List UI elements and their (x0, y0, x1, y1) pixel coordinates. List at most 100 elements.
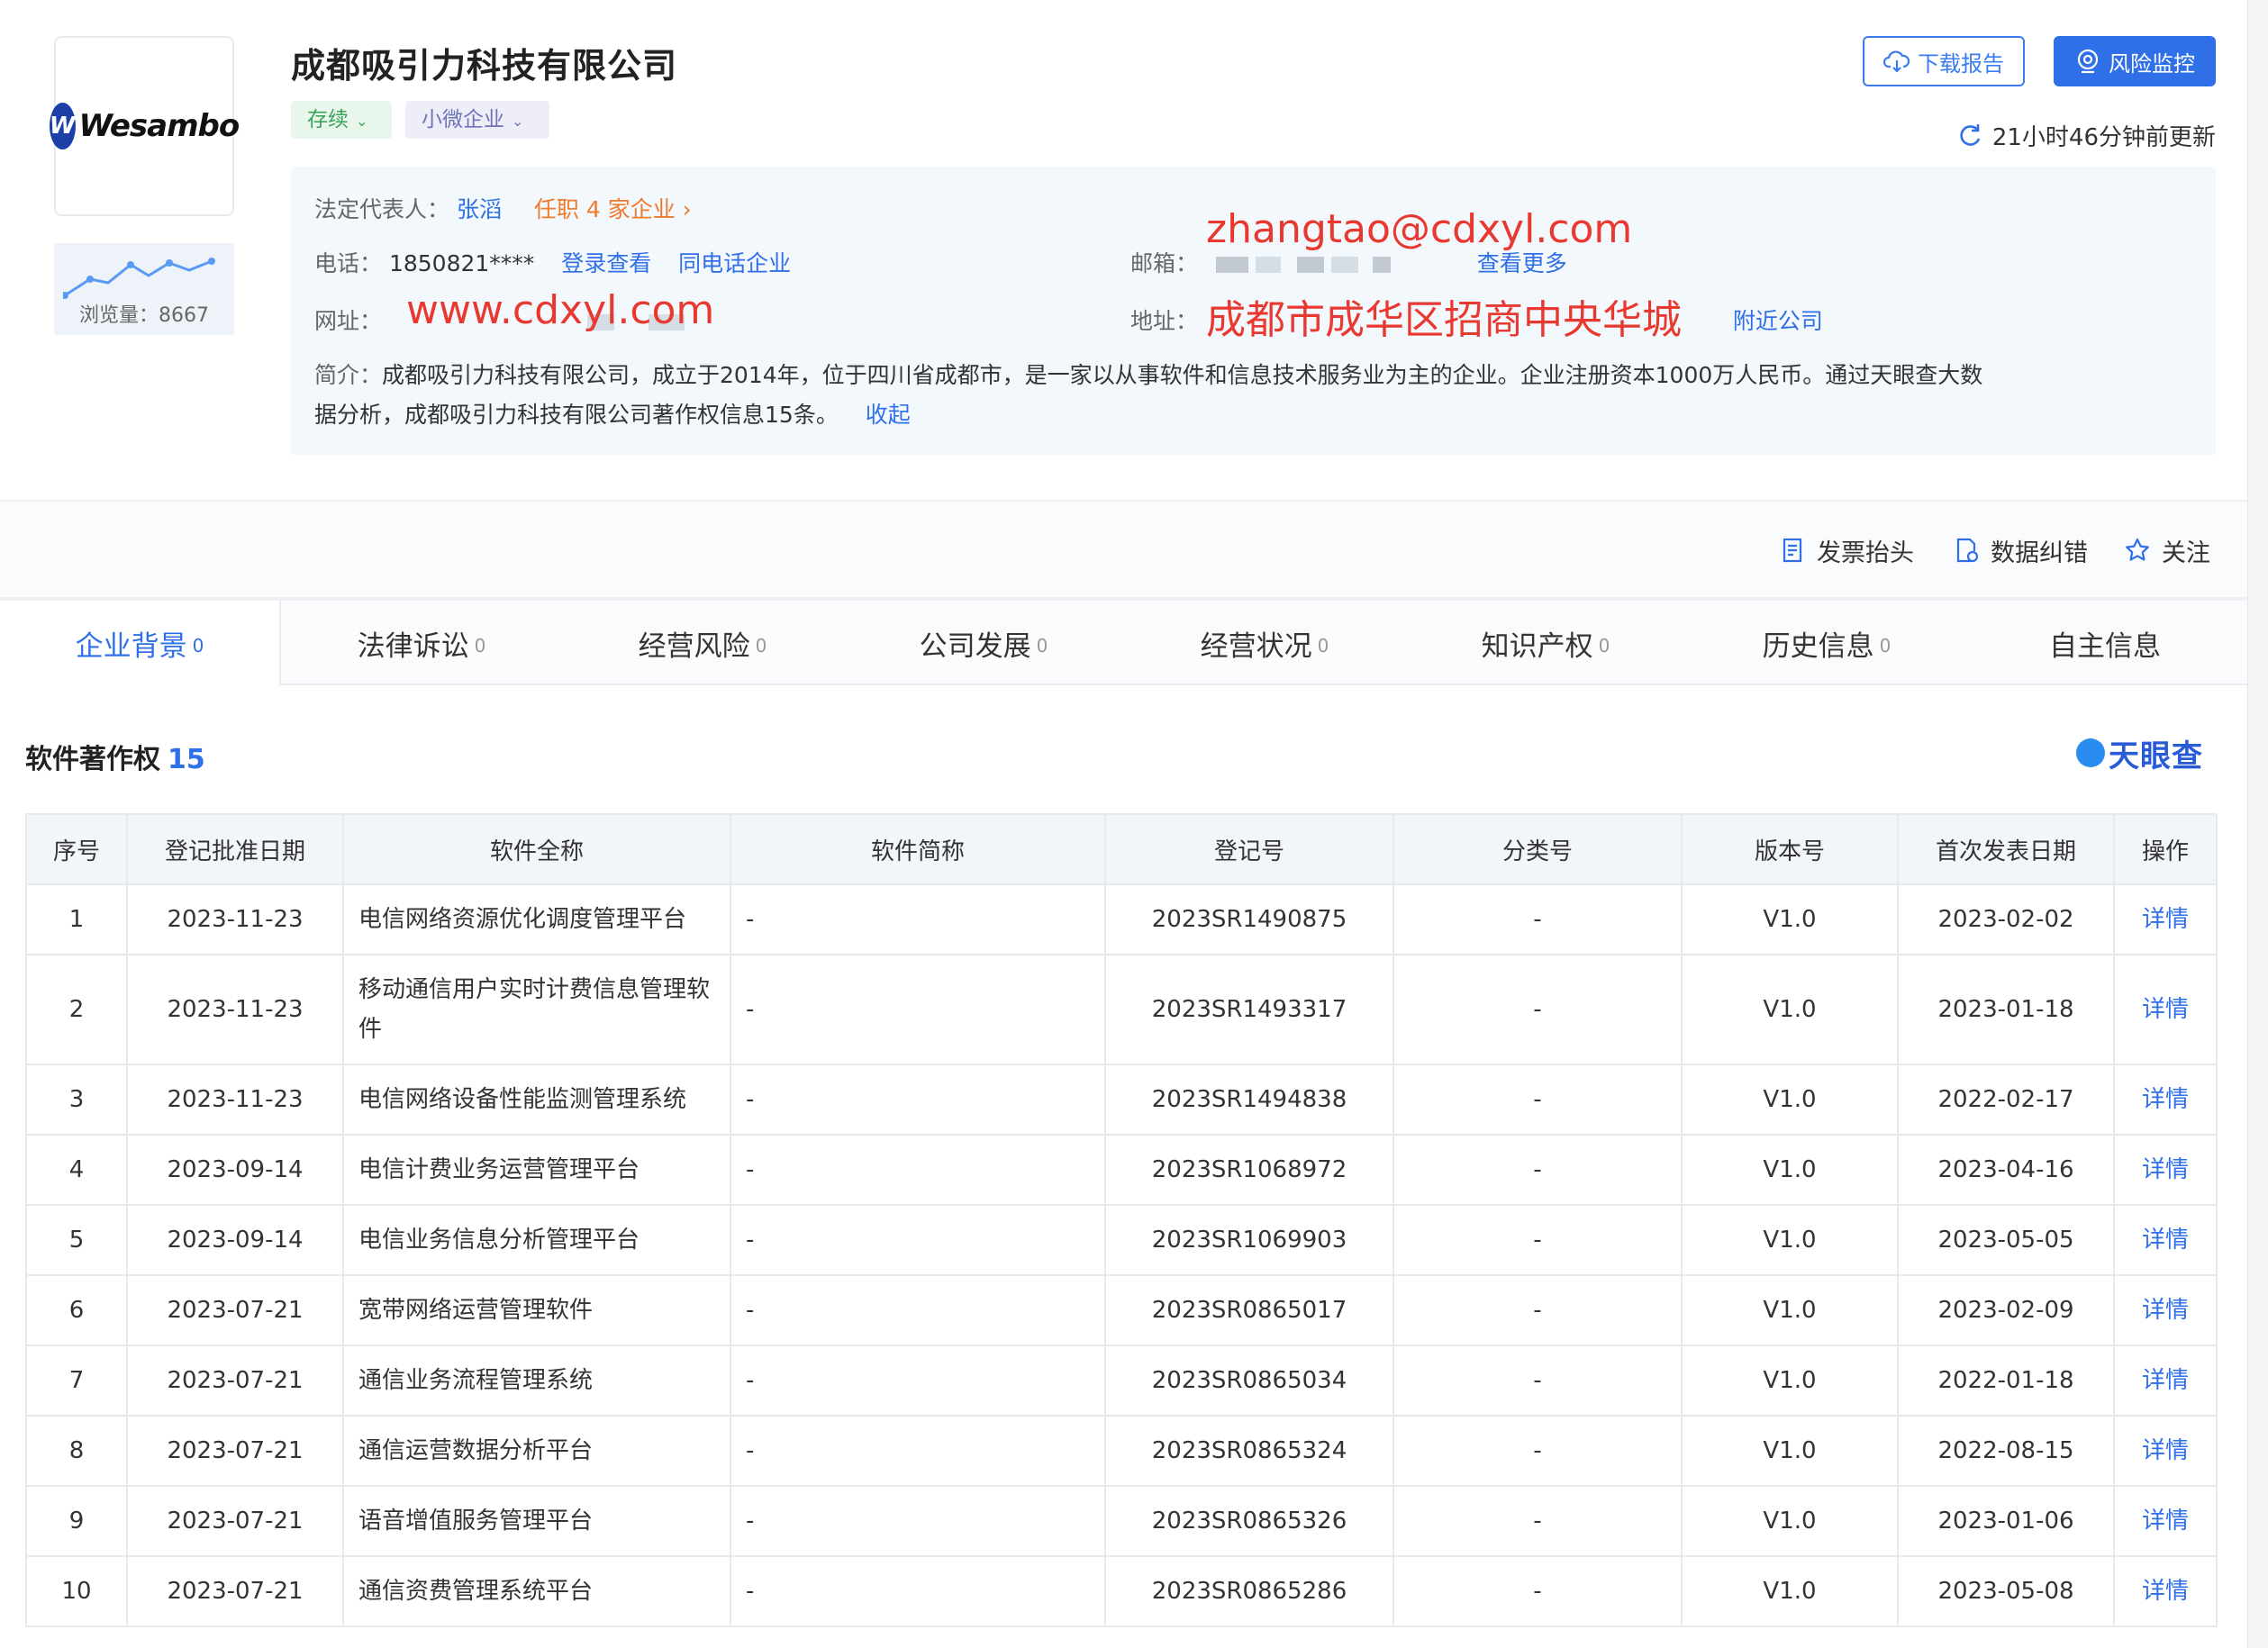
classification-number: - (1393, 1204, 1683, 1276)
detail-cell: 详情 (2113, 1345, 2218, 1417)
approval-date: 2023-09-14 (126, 1204, 344, 1276)
size-badge[interactable]: 小微企业 ⌄ (405, 101, 549, 139)
nearby-company-link[interactable]: 附近公司 (1733, 308, 1823, 334)
registration-number: 2023SR1490875 (1104, 883, 1394, 955)
follow-button[interactable]: 关注 (2124, 530, 2210, 570)
logo-wordmark: Wesambo (78, 108, 240, 144)
tab-business-risk[interactable]: 经营风险 0 (562, 601, 843, 685)
column-header: 分类号 (1393, 813, 1683, 885)
invoice-title-button[interactable]: 发票抬头 (1779, 530, 1914, 570)
table-row: 7 2023-07-21 通信业务流程管理系统 - 2023SR0865034 … (25, 1345, 2218, 1417)
risk-monitor-button[interactable]: 风险监控 (2054, 36, 2216, 86)
tab-label: 法律诉讼 (357, 629, 469, 663)
tab-company-development[interactable]: 公司发展 0 (843, 601, 1124, 685)
follow-label: 关注 (2162, 539, 2210, 567)
row-number: 10 (25, 1555, 128, 1627)
table-header-row: 序号 登记批准日期 软件全称 软件简称 登记号 分类号 版本号 首次发表日期 操… (25, 813, 2218, 885)
table-row: 10 2023-07-21 通信资费管理系统平台 - 2023SR0865286… (25, 1555, 2218, 1627)
monitor-camera-icon (2074, 48, 2101, 75)
intro-row-2: 据分析，成都吸引力科技有限公司著作权信息15条。 收起 (314, 397, 911, 430)
version-number: V1.0 (1681, 1485, 1899, 1557)
detail-link[interactable]: 详情 (2142, 1156, 2189, 1183)
classification-number: - (1393, 883, 1683, 955)
row-number: 2 (25, 954, 128, 1065)
legal-rep-positions-link[interactable]: 任职 4 家企业 › (534, 196, 692, 222)
row-number: 1 (25, 883, 128, 955)
detail-link[interactable]: 详情 (2142, 1437, 2189, 1464)
tab-intellectual-property[interactable]: 知识产权 0 (1405, 601, 1686, 685)
email-overlay-text: zhangtao@cdxyl.com (1206, 206, 1633, 252)
update-status: 21小时46分钟前更新 (1946, 117, 2216, 153)
approval-date: 2023-11-23 (126, 954, 344, 1065)
detail-link[interactable]: 详情 (2142, 1508, 2189, 1535)
same-phone-link[interactable]: 同电话企业 (678, 250, 791, 276)
risk-monitor-label: 风险监控 (2109, 50, 2195, 77)
legal-rep-row: 法定代表人： 张滔 任职 4 家企业 › (314, 192, 692, 224)
tab-self-info[interactable]: 自主信息 (1967, 601, 2248, 685)
approval-date: 2023-09-14 (126, 1134, 344, 1206)
legal-rep-name-link[interactable]: 张滔 (457, 196, 502, 222)
software-name: 电信网络资源优化调度管理平台 (342, 883, 731, 955)
intro-line-2: 据分析，成都吸引力科技有限公司著作权信息15条。 (314, 402, 839, 428)
page-scrollbar[interactable] (2247, 0, 2268, 1648)
chevron-down-icon: ⌄ (356, 113, 368, 130)
tab-count: 0 (1317, 635, 1329, 656)
table-row: 8 2023-07-21 通信运营数据分析平台 - 2023SR0865324 … (25, 1415, 2218, 1487)
redacted-block (1330, 257, 1358, 273)
column-header: 版本号 (1681, 813, 1899, 885)
classification-number: - (1393, 1485, 1683, 1557)
software-name: 宽带网络运营管理软件 (342, 1274, 731, 1346)
first-publish-date: 2023-05-05 (1897, 1204, 2115, 1276)
classification-number: - (1393, 1134, 1683, 1206)
software-short-name: - (730, 1345, 1106, 1417)
version-number: V1.0 (1681, 1134, 1899, 1206)
software-name: 通信资费管理系统平台 (342, 1555, 731, 1627)
status-badge-label: 存续 (307, 108, 349, 131)
column-header: 登记号 (1104, 813, 1394, 885)
tab-label: 历史信息 (1762, 629, 1874, 663)
data-correction-button[interactable]: 数据纠错 (1953, 530, 2088, 570)
website-overlay-text: www.cdxyl.com (406, 287, 715, 333)
software-name: 通信业务流程管理系统 (342, 1345, 731, 1417)
table-row: 5 2023-09-14 电信业务信息分析管理平台 - 2023SR106990… (25, 1204, 2218, 1276)
row-number: 6 (25, 1274, 128, 1346)
tab-enterprise-background[interactable]: 企业背景 0 (0, 601, 281, 685)
row-number: 8 (25, 1415, 128, 1487)
invoice-icon (1783, 538, 1802, 563)
detail-link[interactable]: 详情 (2142, 1086, 2189, 1113)
refresh-icon[interactable] (1956, 122, 1983, 149)
first-publish-date: 2022-02-17 (1897, 1064, 2115, 1136)
classification-number: - (1393, 1064, 1683, 1136)
detail-link[interactable]: 详情 (2142, 1297, 2189, 1324)
company-name: 成都吸引力科技有限公司 (291, 46, 678, 86)
tab-label: 自主信息 (2049, 629, 2161, 663)
detail-cell: 详情 (2113, 954, 2218, 1065)
status-badge[interactable]: 存续 ⌄ (291, 101, 392, 139)
column-header: 软件简称 (730, 813, 1106, 885)
detail-link[interactable]: 详情 (2142, 1578, 2189, 1605)
phone-login-link[interactable]: 登录查看 (561, 250, 651, 276)
views-count: 浏览量：8667 (79, 304, 209, 327)
phone-label: 电话： (314, 250, 383, 276)
intro-collapse-link[interactable]: 收起 (866, 402, 911, 428)
tab-history[interactable]: 历史信息 0 (1686, 601, 1967, 685)
download-report-button[interactable]: 下载报告 (1863, 36, 2025, 86)
detail-link[interactable]: 详情 (2142, 906, 2189, 933)
tab-count: 0 (192, 635, 204, 656)
row-number: 4 (25, 1134, 128, 1206)
email-more-link[interactable]: 查看更多 (1477, 250, 1567, 276)
tianyancha-logo-text: 天眼查 (2109, 738, 2203, 774)
detail-link[interactable]: 详情 (2142, 996, 2189, 1023)
legal-rep-label: 法定代表人： (314, 196, 450, 222)
tab-legal-litigation[interactable]: 法律诉讼 0 (281, 601, 562, 685)
views-trend-icon (63, 258, 215, 299)
tab-label: 知识产权 (1481, 629, 1593, 663)
classification-number: - (1393, 1345, 1683, 1417)
redacted-block (1296, 257, 1324, 273)
software-short-name: - (730, 1134, 1106, 1206)
first-publish-date: 2022-01-18 (1897, 1345, 2115, 1417)
software-short-name: - (730, 1555, 1106, 1627)
detail-link[interactable]: 详情 (2142, 1227, 2189, 1254)
detail-link[interactable]: 详情 (2142, 1367, 2189, 1394)
tab-business-status[interactable]: 经营状况 0 (1124, 601, 1405, 685)
